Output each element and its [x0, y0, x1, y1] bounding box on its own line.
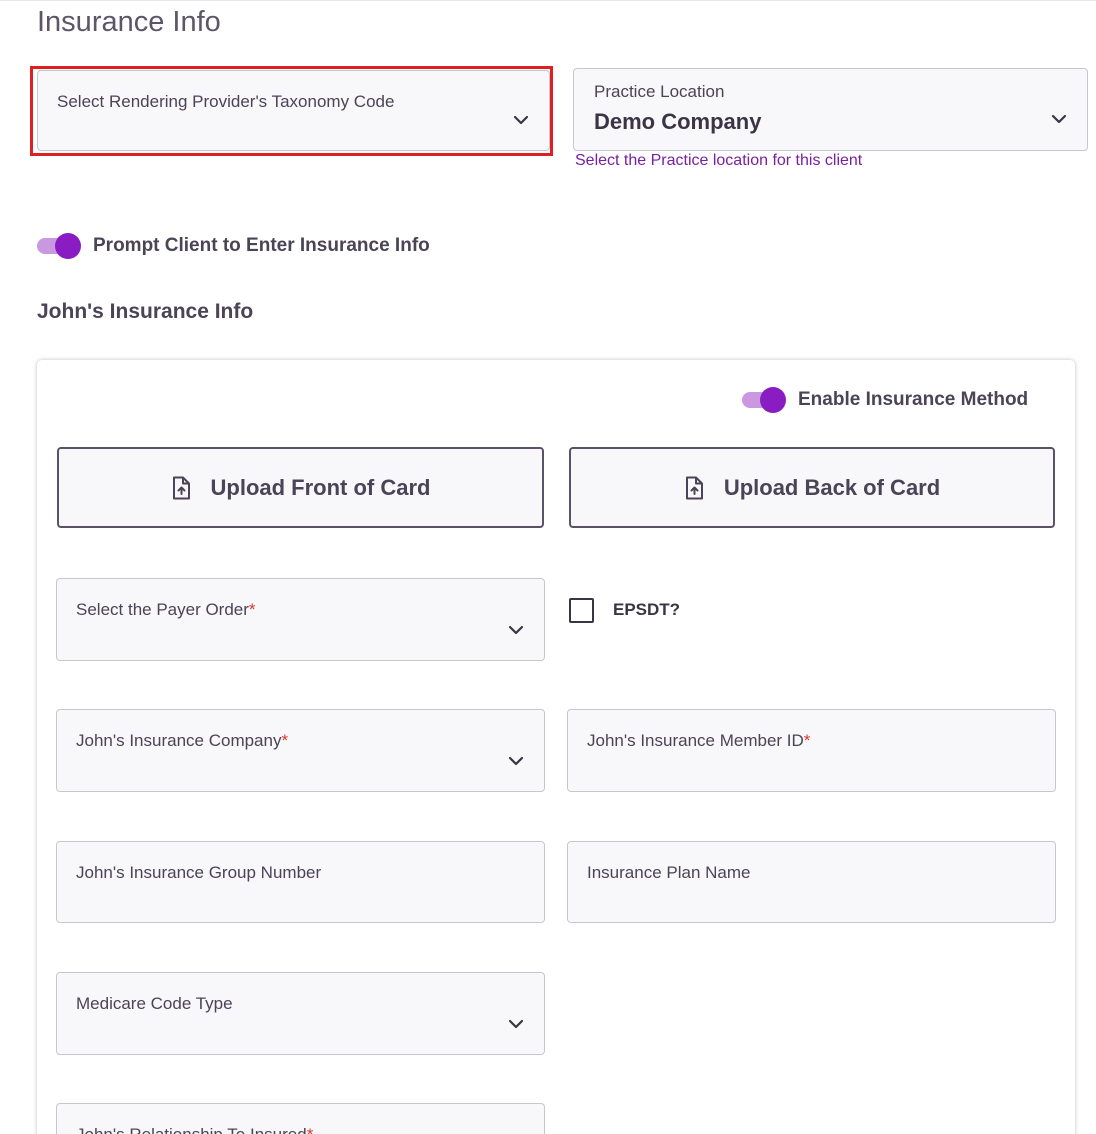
payer-order-label: Select the Payer Order*: [76, 600, 256, 619]
upload-back-label: Upload Back of Card: [723, 474, 941, 500]
top-divider: [0, 0, 1096, 1]
highlight-box: [30, 66, 553, 156]
upload-front-button[interactable]: Upload Front of Card: [57, 447, 544, 528]
practice-location-select[interactable]: Practice Location Demo Company: [573, 68, 1088, 151]
file-upload-icon: [684, 476, 704, 500]
payer-order-select[interactable]: Select the Payer Order*: [56, 578, 545, 661]
group-number-label: John's Insurance Group Number: [76, 863, 322, 882]
group-number-field[interactable]: John's Insurance Group Number: [56, 841, 545, 923]
medicare-code-type-label: Medicare Code Type: [76, 994, 233, 1013]
relationship-label: John's Relationship To Insured*: [76, 1125, 313, 1134]
plan-name-label: Insurance Plan Name: [587, 863, 751, 882]
epsdt-label: EPSDT?: [613, 600, 681, 619]
insurance-company-select[interactable]: John's Insurance Company*: [56, 709, 545, 792]
practice-location-label: Practice Location: [594, 82, 725, 101]
prompt-client-toggle[interactable]: [37, 233, 81, 259]
chevron-down-icon: [508, 1019, 524, 1029]
practice-location-helper: Select the Practice location for this cl…: [575, 152, 863, 169]
enable-insurance-method-label: Enable Insurance Method: [798, 389, 1029, 410]
enable-insurance-method-toggle[interactable]: [742, 387, 786, 413]
practice-location-value: Demo Company: [594, 109, 762, 134]
epsdt-checkbox[interactable]: [569, 598, 594, 623]
medicare-code-type-select[interactable]: Medicare Code Type: [56, 972, 545, 1055]
member-id-field[interactable]: John's Insurance Member ID*: [567, 709, 1056, 792]
section-title: John's Insurance Info: [37, 300, 254, 323]
chevron-down-icon: [1051, 114, 1067, 124]
insurance-company-label: John's Insurance Company*: [76, 731, 289, 750]
upload-front-label: Upload Front of Card: [210, 474, 431, 500]
file-upload-icon: [171, 476, 191, 500]
chevron-down-icon: [508, 756, 524, 766]
relationship-select[interactable]: John's Relationship To Insured*: [56, 1103, 545, 1134]
prompt-client-toggle-label: Prompt Client to Enter Insurance Info: [93, 235, 430, 256]
plan-name-field[interactable]: Insurance Plan Name: [567, 841, 1056, 923]
upload-back-button[interactable]: Upload Back of Card: [569, 447, 1055, 528]
member-id-label: John's Insurance Member ID*: [587, 731, 811, 750]
page-title: Insurance Info: [37, 6, 221, 38]
chevron-down-icon: [508, 625, 524, 635]
